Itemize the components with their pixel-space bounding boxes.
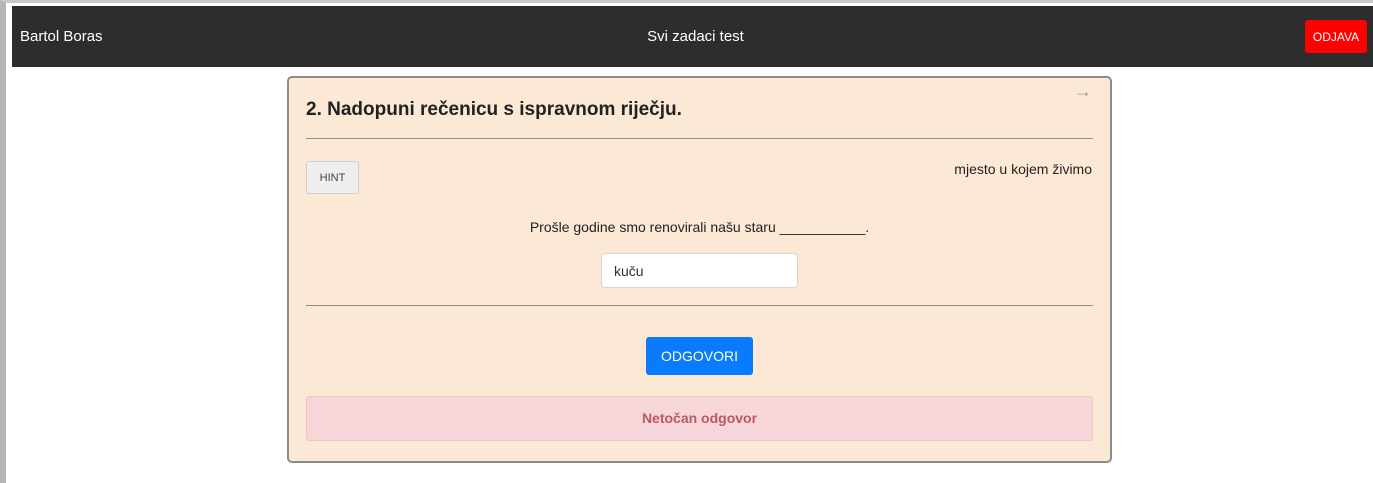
task-card: → 2. Nadopuni rečenicu s ispravnom riječ… <box>287 76 1112 463</box>
hint-text: mjesto u kojem živimo <box>954 161 1092 177</box>
task-sentence: Prošle godine smo renovirali našu staru … <box>529 219 870 235</box>
submit-answer-button[interactable]: ODGOVORI <box>646 337 753 375</box>
logout-button[interactable]: ODJAVA <box>1305 20 1367 53</box>
answer-input[interactable] <box>601 253 798 288</box>
task-title: 2. Nadopuni rečenicu s ispravnom riječju… <box>306 99 682 120</box>
divider-bottom <box>306 305 1093 306</box>
hint-button[interactable]: HINT <box>306 161 359 194</box>
divider-top <box>306 138 1093 139</box>
feedback-alert: Netočan odgovor <box>306 396 1093 441</box>
browser-viewport: Bartol Boras Svi zadaci test ODJAVA → 2.… <box>0 0 1373 483</box>
next-arrow-icon[interactable]: → <box>1074 81 1092 101</box>
page-title: Svi zadaci test <box>647 28 744 45</box>
top-navbar: Bartol Boras Svi zadaci test ODJAVA <box>12 6 1373 67</box>
